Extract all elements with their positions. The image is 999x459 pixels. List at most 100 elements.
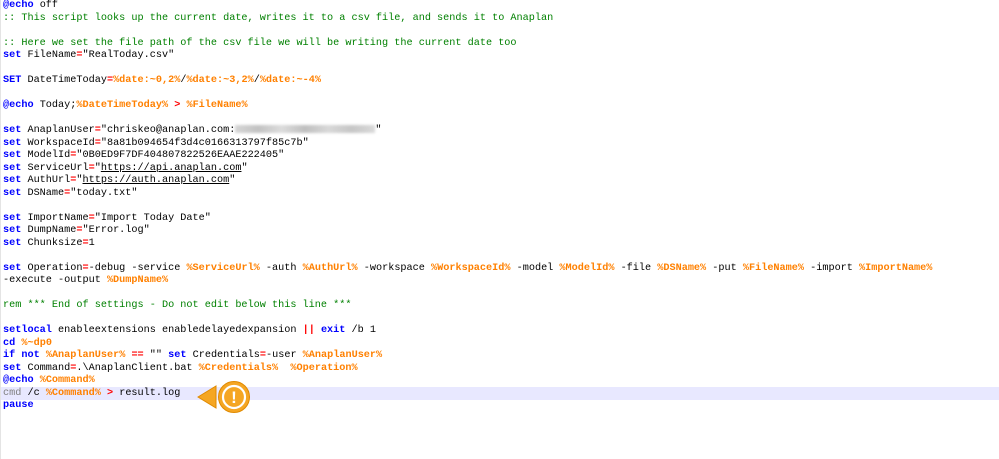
code-token: rem *** End of settings - Do not edit be… <box>3 300 352 311</box>
code-token: Today; <box>33 100 77 111</box>
code-token: set <box>3 187 22 199</box>
code-token: ModelId <box>21 150 71 161</box>
code-token: "0B0ED9F7DF404807822526EAAE222405" <box>76 150 285 161</box>
code-token: :: This script looks up the current date… <box>3 12 554 24</box>
code-token: set <box>3 162 22 174</box>
code-token: 1 <box>88 237 95 249</box>
warning-exclamation-icon: ! <box>231 388 237 407</box>
code-token: DSName <box>21 187 65 199</box>
code-line[interactable]: set DumpName="Error.log" <box>3 225 150 238</box>
code-token: " <box>375 125 382 136</box>
code-token: @echo <box>3 375 34 386</box>
code-token: "RealToday.csv" <box>82 50 175 61</box>
code-token: "8a81b094654f3d4c0166313797f85c7b" <box>100 137 309 149</box>
code-token: %DumpName% <box>106 275 169 286</box>
code-token: ServiceUrl <box>21 162 89 174</box>
code-token: set <box>168 350 187 361</box>
code-token: SET <box>3 75 22 86</box>
code-token: enableextensions enabledelayedexpansion <box>51 325 303 336</box>
code-token: if <box>3 350 16 361</box>
code-token: %Command% <box>45 387 101 399</box>
code-line[interactable]: set Command=.\AnaplanClient.bat %Credent… <box>3 363 358 376</box>
code-token: cmd <box>3 387 22 399</box>
code-token: https://api.anaplan.com <box>100 162 242 174</box>
code-line[interactable]: set ImportName="Import Today Date" <box>3 213 211 226</box>
code-token: %date:~0,2% <box>113 75 181 86</box>
code-token: cd <box>3 337 16 349</box>
code-token: "" <box>143 350 169 361</box>
code-token: "Import Today Date" <box>94 212 211 224</box>
code-token: %date:~3,2% <box>186 75 254 86</box>
code-token: %ImportName% <box>859 262 933 274</box>
code-line[interactable]: set DSName="today.txt" <box>3 188 138 201</box>
code-token: set <box>3 225 22 236</box>
code-line[interactable]: set ModelId="0B0ED9F7DF404807822526EAAE2… <box>3 150 284 163</box>
code-token: result.log <box>113 387 181 399</box>
code-line[interactable]: cd %~dp0 <box>3 338 52 351</box>
code-line[interactable]: cmd /c %Command% > result.log <box>3 388 180 401</box>
code-line[interactable]: set Chunksize=1 <box>3 238 95 251</box>
code-token: %DateTimeToday% <box>76 100 169 111</box>
code-editor[interactable]: @echo off:: This script looks up the cur… <box>0 0 999 459</box>
code-token: "Error.log" <box>82 225 150 236</box>
code-token: exit <box>320 325 346 336</box>
redacted-password <box>235 125 376 134</box>
code-line[interactable]: set AuthUrl="https://auth.anaplan.com" <box>3 175 235 188</box>
code-token: pause <box>3 400 34 411</box>
code-token: "today.txt" <box>70 187 138 199</box>
code-token: -import <box>804 262 860 274</box>
code-line[interactable]: :: This script looks up the current date… <box>3 13 553 26</box>
code-token: %ModelId% <box>559 262 615 274</box>
code-line[interactable]: if not %AnaplanUser% == "" set Credentia… <box>3 350 382 363</box>
code-token: %FileName% <box>186 100 248 111</box>
code-line[interactable]: @echo off <box>3 0 58 13</box>
code-token: .\AnaplanClient.bat <box>76 362 199 374</box>
code-token: setlocal <box>3 325 52 336</box>
code-token: %~dp0 <box>21 337 52 349</box>
code-token: /b 1 <box>345 325 376 336</box>
code-token: %date:~-4% <box>259 75 321 86</box>
code-token: %Operation% <box>290 362 358 374</box>
code-line[interactable]: -execute -output %DumpName% <box>3 275 168 288</box>
code-token: || <box>302 325 315 336</box>
code-token: %AnaplanUser% <box>45 350 126 361</box>
code-token: off <box>33 0 59 11</box>
code-line[interactable]: rem *** End of settings - Do not edit be… <box>3 300 351 313</box>
code-token: %AuthUrl% <box>302 262 358 274</box>
code-token: %AnaplanUser% <box>302 350 383 361</box>
code-token: == <box>131 350 144 361</box>
code-line[interactable]: @echo %Command% <box>3 375 95 388</box>
code-line[interactable]: set ServiceUrl="https://api.anaplan.com" <box>3 163 248 176</box>
code-token: "chriskeo@anaplan.com: <box>100 125 236 136</box>
code-token: Command <box>21 362 71 374</box>
code-token: DumpName <box>21 225 77 236</box>
code-token: set <box>3 262 22 274</box>
code-token: not <box>21 350 40 361</box>
code-token: Operation <box>21 262 83 274</box>
code-line[interactable]: pause <box>3 400 34 413</box>
code-token: AuthUrl <box>21 175 71 186</box>
code-token: -model <box>510 262 560 274</box>
code-line[interactable]: set WorkspaceId="8a81b094654f3d4c0166313… <box>3 138 309 151</box>
code-token: WorkspaceId <box>21 137 95 149</box>
code-line[interactable]: :: Here we set the file path of the csv … <box>3 38 517 51</box>
code-line[interactable]: setlocal enableextensions enabledelayede… <box>3 325 376 338</box>
code-token: -debug -service <box>88 262 187 274</box>
code-line[interactable]: set Operation=-debug -service %ServiceUr… <box>3 263 932 276</box>
code-token: %Command% <box>39 375 95 386</box>
code-token: https://auth.anaplan.com <box>82 175 230 186</box>
code-token: -put <box>706 262 743 274</box>
code-line[interactable]: set AnaplanUser="chriskeo@anaplan.com: " <box>3 125 381 138</box>
code-token: set <box>3 237 22 249</box>
code-line[interactable]: @echo Today;%DateTimeToday% > %FileName% <box>3 100 248 113</box>
code-token: -workspace <box>357 262 432 274</box>
code-token: DateTimeToday <box>21 75 107 86</box>
code-token: -auth <box>259 262 303 274</box>
code-line[interactable]: set FileName="RealToday.csv" <box>3 50 174 63</box>
code-token: " <box>241 162 248 174</box>
code-line[interactable]: SET DateTimeToday=%date:~0,2%/%date:~3,2… <box>3 75 321 88</box>
code-token: ImportName <box>21 212 89 224</box>
code-token: set <box>3 50 22 61</box>
code-token: set <box>3 175 22 186</box>
